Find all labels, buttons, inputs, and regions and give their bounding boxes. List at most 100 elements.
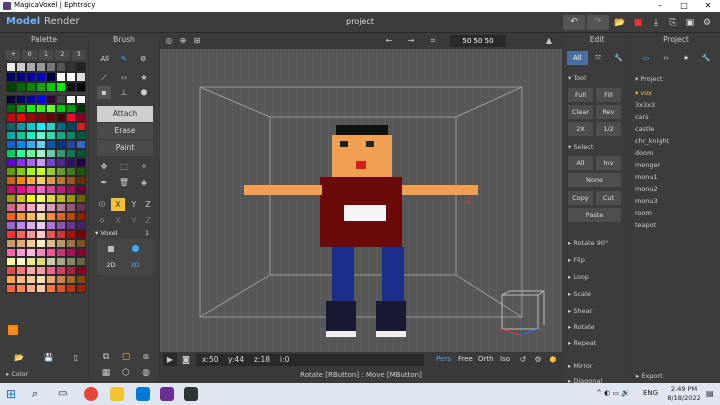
color-swatch[interactable]: [76, 221, 86, 230]
close-button[interactable]: ✕: [696, 0, 720, 12]
color-swatch[interactable]: [6, 62, 16, 72]
color-swatch[interactable]: [16, 257, 26, 266]
color-swatch[interactable]: [46, 176, 56, 185]
color-swatch[interactable]: [56, 140, 66, 149]
arrow-left-icon[interactable]: ←: [382, 34, 396, 47]
save-icon[interactable]: ■: [632, 17, 644, 29]
render-tab[interactable]: Render: [44, 16, 80, 27]
vox-folder[interactable]: ▾ vox: [635, 89, 652, 97]
color-swatch[interactable]: [6, 113, 16, 122]
mirror-section[interactable]: ▸ Mirror: [568, 362, 593, 370]
color-swatch[interactable]: [26, 284, 36, 293]
color-swatch[interactable]: [16, 203, 26, 212]
axis-y-button[interactable]: Y: [127, 198, 141, 211]
mirror-icon[interactable]: ⟨|⟩: [95, 198, 109, 211]
color-section-header[interactable]: ▸ Color: [6, 370, 28, 378]
color-swatch[interactable]: [36, 212, 46, 221]
color-swatch[interactable]: [16, 194, 26, 203]
select-section-header[interactable]: ▾ Select: [568, 143, 593, 151]
color-swatch[interactable]: [46, 221, 56, 230]
color-swatch[interactable]: [76, 203, 86, 212]
palette-file-icon[interactable]: ▯: [74, 353, 78, 365]
rev-button[interactable]: Rev: [596, 105, 621, 119]
color-swatch[interactable]: [6, 167, 16, 176]
list-item[interactable]: monu1: [635, 173, 658, 181]
layer-icon[interactable]: ⧉: [99, 351, 113, 364]
select-all-button[interactable]: All: [568, 156, 593, 170]
color-swatch[interactable]: [16, 284, 26, 293]
color-swatch[interactable]: [66, 158, 76, 167]
color-swatch[interactable]: [46, 104, 56, 113]
color-swatch[interactable]: [26, 104, 36, 113]
color-swatch[interactable]: [6, 158, 16, 167]
color-swatch[interactable]: [56, 275, 66, 284]
color-swatch[interactable]: [6, 266, 16, 275]
color-swatch[interactable]: [66, 275, 76, 284]
color-swatch[interactable]: [26, 158, 36, 167]
color-swatch[interactable]: [56, 203, 66, 212]
color-swatch[interactable]: [76, 72, 86, 82]
axis-z-button-2[interactable]: Z: [141, 214, 155, 227]
brush-gear-icon[interactable]: ⚙: [134, 52, 153, 66]
half-button[interactable]: 1/2: [596, 122, 621, 136]
color-swatch[interactable]: [76, 104, 86, 113]
voxel-tool-icon[interactable]: ▪: [97, 86, 111, 99]
palette-save-icon[interactable]: 💾: [44, 353, 54, 365]
edit-tab-all[interactable]: All: [567, 51, 588, 65]
paste-button[interactable]: Paste: [568, 208, 621, 222]
color-swatch[interactable]: [16, 95, 26, 104]
color-swatch[interactable]: [66, 185, 76, 194]
color-swatch[interactable]: [36, 221, 46, 230]
color-swatch[interactable]: [26, 185, 36, 194]
line-tool-icon[interactable]: ⟋: [97, 71, 111, 84]
axis-y-button-2[interactable]: Y: [127, 214, 141, 227]
color-swatch[interactable]: [76, 275, 86, 284]
color-swatch[interactable]: [26, 257, 36, 266]
screenshot-icon[interactable]: ◙: [179, 353, 193, 366]
color-swatch[interactable]: [26, 248, 36, 257]
color-swatch[interactable]: [36, 167, 46, 176]
axis-x-button[interactable]: X: [111, 198, 125, 211]
color-swatch[interactable]: [66, 140, 76, 149]
redo-button[interactable]: ↷: [587, 15, 609, 30]
color-swatch[interactable]: [36, 176, 46, 185]
color-swatch[interactable]: [76, 239, 86, 248]
color-swatch[interactable]: [66, 230, 76, 239]
color-swatch[interactable]: [16, 230, 26, 239]
color-swatch[interactable]: [66, 131, 76, 140]
file-explorer-icon[interactable]: [110, 387, 124, 401]
palette-add-button[interactable]: +: [6, 50, 21, 60]
cube-view-icon[interactable]: ⬢: [546, 353, 560, 366]
store-icon[interactable]: [136, 387, 150, 401]
clear-button[interactable]: Clear: [568, 105, 593, 119]
crop-icon[interactable]: ⌗: [426, 34, 440, 47]
color-swatch[interactable]: [66, 248, 76, 257]
select-inv-button[interactable]: Inv: [596, 156, 621, 170]
color-swatch[interactable]: [56, 185, 66, 194]
search-icon[interactable]: ⌕: [32, 387, 46, 401]
voxel-section-header[interactable]: ▾ Voxel: [95, 229, 118, 237]
color-swatch[interactable]: [6, 82, 16, 92]
color-swatch[interactable]: [6, 284, 16, 293]
color-swatch[interactable]: [66, 194, 76, 203]
color-swatch[interactable]: [46, 140, 56, 149]
color-swatch[interactable]: [66, 62, 76, 72]
color-swatch[interactable]: [46, 275, 56, 284]
orth-view-button[interactable]: Orth: [478, 355, 494, 363]
color-swatch[interactable]: [16, 275, 26, 284]
color-swatch[interactable]: [76, 131, 86, 140]
color-swatch[interactable]: [46, 212, 56, 221]
color-swatch[interactable]: [56, 158, 66, 167]
list-item[interactable]: menger: [635, 161, 660, 169]
list-item[interactable]: chr_knight: [635, 137, 669, 145]
color-swatch[interactable]: [16, 167, 26, 176]
magicavoxel-taskbar-icon[interactable]: [184, 387, 198, 401]
color-swatch[interactable]: [56, 104, 66, 113]
color-swatch[interactable]: [16, 212, 26, 221]
color-swatch[interactable]: [6, 131, 16, 140]
color-swatch[interactable]: [6, 72, 16, 82]
color-swatch[interactable]: [56, 122, 66, 131]
view-settings-icon[interactable]: ⚙: [531, 353, 545, 366]
color-swatch[interactable]: [6, 194, 16, 203]
color-swatch[interactable]: [76, 158, 86, 167]
